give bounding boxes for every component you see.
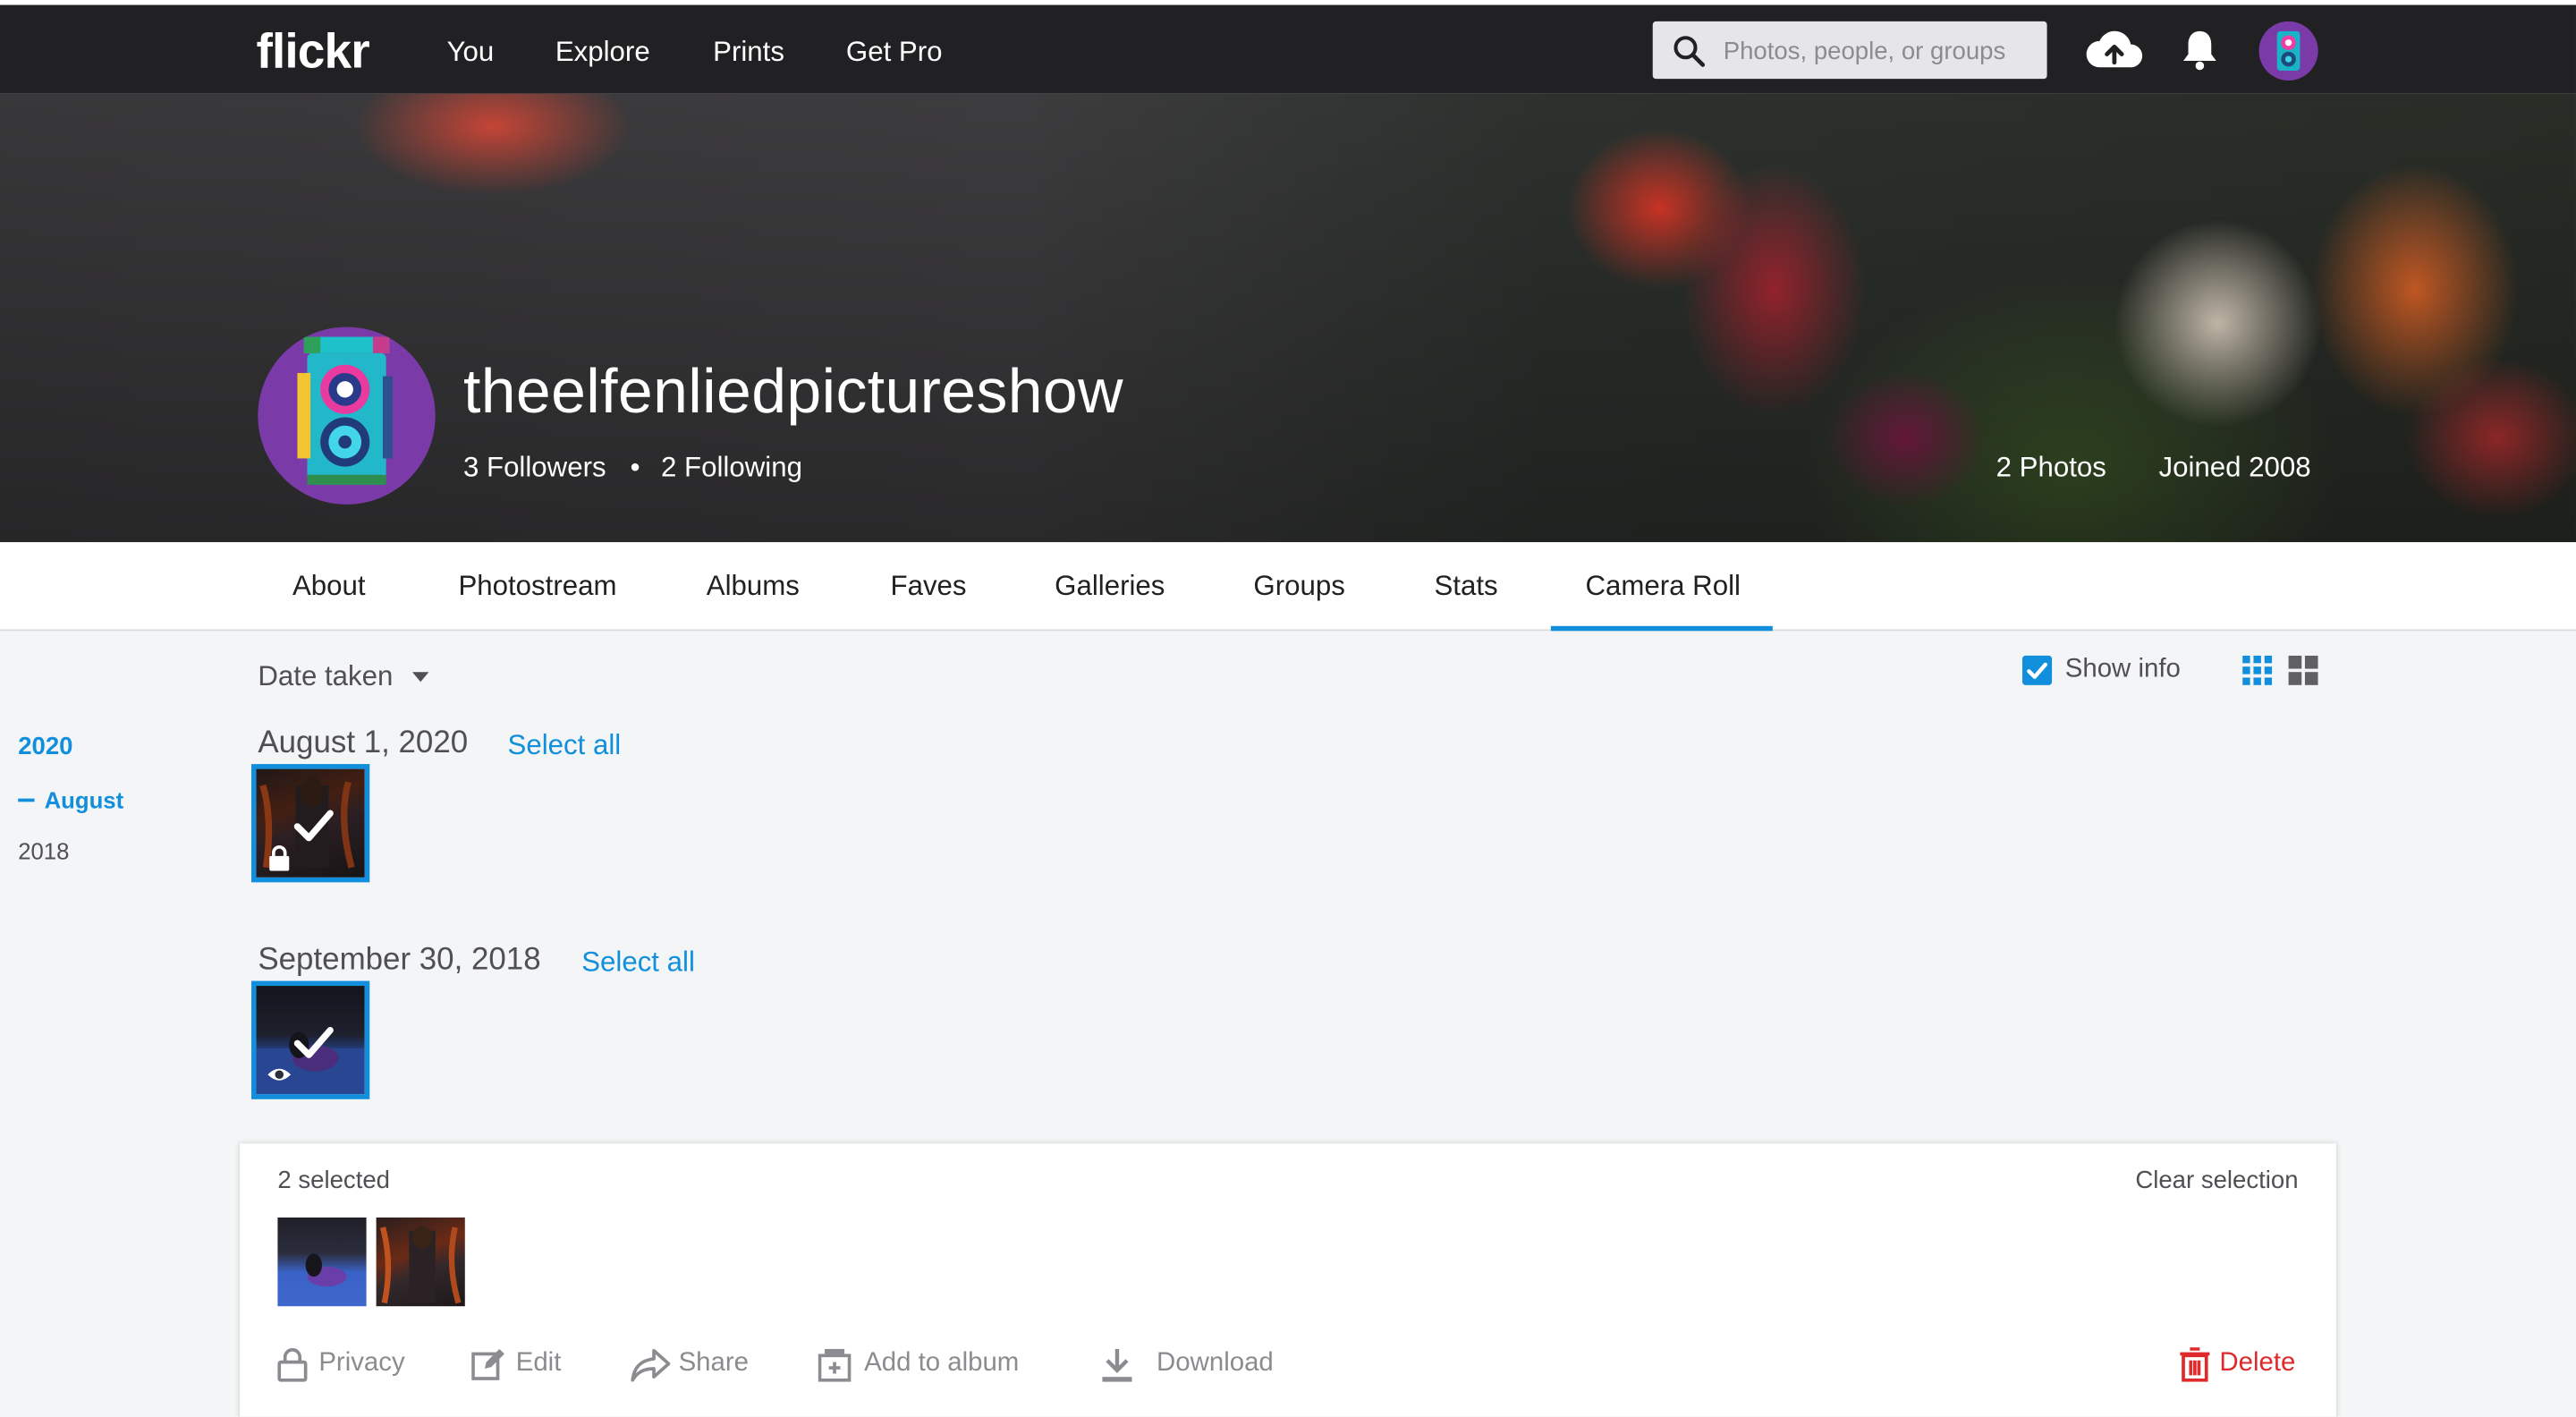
photo-count: 2 Photos (1996, 452, 2106, 483)
notifications-bell-icon[interactable] (2180, 28, 2219, 71)
tab-stats[interactable]: Stats (1434, 570, 1497, 603)
cover-photo: theelfenliedpictureshow 3 Followers • 2 … (0, 93, 2576, 543)
follow-stats: 3 Followers • 2 Following (463, 452, 802, 485)
nav-prints[interactable]: Prints (713, 36, 784, 69)
search-placeholder: Photos, people, or groups (1723, 38, 2006, 66)
edit-icon[interactable] (471, 1347, 504, 1382)
eye-icon (267, 1068, 292, 1081)
edit-button[interactable]: Edit (516, 1349, 562, 1379)
share-button[interactable]: Share (679, 1349, 749, 1379)
add-to-album-button[interactable]: Add to album (864, 1349, 1019, 1379)
stats-separator: • (630, 452, 640, 483)
tab-faves[interactable]: Faves (891, 570, 967, 603)
download-icon[interactable] (1101, 1347, 1134, 1382)
selected-thumbnail[interactable] (376, 1218, 465, 1307)
add-to-album-icon[interactable] (818, 1347, 852, 1382)
tab-about[interactable]: About (292, 570, 366, 603)
chevron-down-icon[interactable] (412, 672, 429, 683)
trash-icon[interactable] (2179, 1347, 2212, 1382)
following-link[interactable]: 2 Following (661, 452, 802, 483)
date-heading: August 1, 2020 (258, 725, 469, 761)
clear-selection-link[interactable]: Clear selection (2135, 1167, 2298, 1194)
search-input[interactable]: Photos, people, or groups (1652, 21, 2047, 80)
top-navigation-bar: flickr You Explore Prints Get Pro Photos… (0, 4, 2576, 94)
nav-explore[interactable]: Explore (555, 36, 650, 69)
followers-link[interactable]: 3 Followers (463, 452, 606, 483)
small-grid-view-icon[interactable] (2242, 655, 2273, 685)
lock-icon[interactable] (276, 1347, 309, 1382)
selected-thumbnail[interactable] (277, 1218, 367, 1307)
joined-date: Joined 2008 (2158, 452, 2311, 483)
flickr-logo[interactable]: flickr (257, 25, 370, 81)
share-icon[interactable] (631, 1347, 671, 1382)
show-info-checkbox[interactable] (2022, 655, 2053, 685)
tab-camera-roll[interactable]: Camera Roll (1585, 570, 1741, 603)
tab-photostream[interactable]: Photostream (458, 570, 616, 603)
show-info-label[interactable]: Show info (2065, 656, 2181, 685)
sort-dropdown[interactable]: Date taken (258, 660, 393, 693)
photo-content (305, 1253, 347, 1287)
tab-albums[interactable]: Albums (707, 570, 800, 603)
profile-tabs: About Photostream Albums Faves Galleries… (0, 542, 2576, 632)
select-all-link[interactable]: Select all (508, 730, 622, 763)
photo-thumbnail[interactable] (251, 980, 370, 1099)
selected-check-icon (293, 810, 334, 842)
timeline-year-2020[interactable]: 2020 (18, 733, 72, 760)
search-icon (1674, 36, 1706, 67)
select-all-link[interactable]: Select all (581, 946, 695, 980)
selected-check-icon (293, 1026, 334, 1058)
checkmark-icon (2027, 662, 2047, 679)
nav-get-pro[interactable]: Get Pro (846, 36, 943, 69)
timeline-year-2018[interactable]: 2018 (18, 838, 69, 864)
active-tab-indicator (1550, 625, 1773, 632)
tab-galleries[interactable]: Galleries (1055, 570, 1165, 603)
large-grid-view-icon[interactable] (2288, 655, 2318, 685)
selection-panel: 2 selected Clear selection Privacy Edit … (240, 1143, 2336, 1417)
lock-icon (269, 845, 290, 871)
photo-content (379, 1226, 462, 1304)
user-avatar[interactable] (2258, 21, 2318, 81)
selected-count: 2 selected (277, 1167, 391, 1195)
nav-you[interactable]: You (447, 36, 495, 69)
download-button[interactable]: Download (1157, 1349, 1274, 1379)
timeline-month-august[interactable]: August (45, 787, 124, 813)
privacy-button[interactable]: Privacy (318, 1349, 404, 1379)
tab-groups[interactable]: Groups (1253, 570, 1344, 603)
profile-username: theelfenliedpictureshow (462, 358, 1123, 428)
photo-thumbnail[interactable] (251, 764, 370, 883)
profile-avatar[interactable] (258, 327, 436, 505)
upload-cloud-icon[interactable] (2085, 28, 2144, 71)
timeline-month-marker (18, 798, 35, 802)
delete-button[interactable]: Delete (2219, 1349, 2295, 1379)
date-heading: September 30, 2018 (258, 943, 541, 978)
